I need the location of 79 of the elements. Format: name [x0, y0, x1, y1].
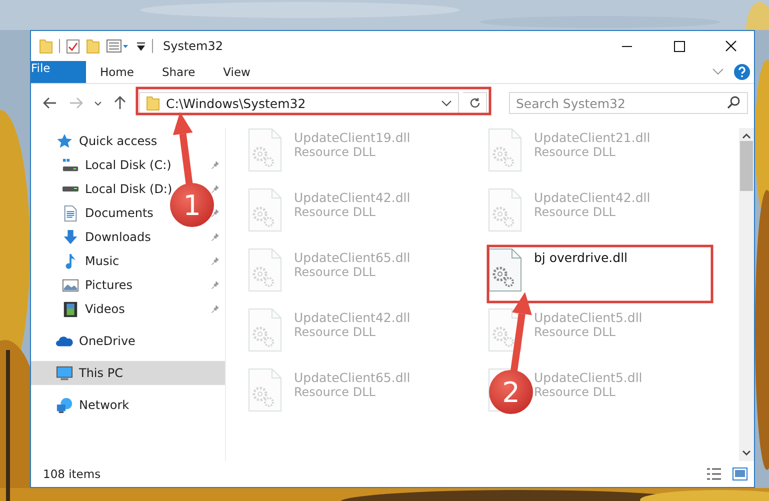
refresh-icon: [468, 97, 480, 109]
film-icon: [62, 300, 79, 318]
star-icon: [56, 132, 73, 150]
search-field[interactable]: Search System32: [509, 92, 748, 114]
right-arrow-icon: [69, 97, 83, 109]
maximize-icon: [674, 40, 684, 52]
search-icon[interactable]: [727, 96, 740, 109]
item-count: 108 items: [43, 467, 101, 481]
down-arrow-icon: [62, 228, 79, 246]
sidebar-item[interactable]: OneDrive: [79, 334, 136, 348]
file-type: Resource DLL: [534, 385, 616, 399]
address-field[interactable]: C:\Windows\System32: [139, 92, 459, 114]
sidebar-item[interactable]: Local Disk (D:): [85, 182, 172, 196]
new-folder-icon: [86, 38, 100, 54]
details-view-icon[interactable]: [706, 467, 722, 481]
properties-icon[interactable]: [66, 38, 80, 54]
left-arrow-icon: [43, 97, 57, 109]
close-icon: [725, 40, 737, 52]
pin-icon[interactable]: [210, 160, 220, 170]
scrollbar-thumb[interactable]: [740, 141, 753, 191]
up-arrow-icon: [114, 96, 126, 110]
picture-icon: [62, 276, 79, 294]
settings-file-icon: [488, 128, 522, 172]
monitor-icon: [56, 364, 73, 382]
document-icon: [62, 204, 79, 222]
large-icons-view-icon[interactable]: [732, 467, 748, 481]
file-type: Resource DLL: [534, 145, 616, 159]
settings-file-icon: [248, 368, 282, 412]
file-type: Resource DLL: [294, 145, 376, 159]
chevron-down-icon: [94, 100, 102, 106]
pin-icon[interactable]: [210, 280, 220, 290]
settings-file-icon: [248, 128, 282, 172]
file-name[interactable]: bj overdrive.dll: [534, 250, 628, 265]
settings-file-icon: [248, 248, 282, 292]
settings-file-icon: [488, 308, 522, 352]
pin-icon[interactable]: [210, 256, 220, 266]
file-type: Resource DLL: [294, 385, 376, 399]
pin-icon[interactable]: [210, 232, 220, 242]
pin-icon[interactable]: [210, 184, 220, 194]
view-options-icon[interactable]: [106, 39, 130, 53]
folder-icon: [146, 95, 160, 111]
drive-icon: [62, 156, 79, 174]
folder-icon: [39, 38, 53, 54]
ribbon-tab[interactable]: Home: [86, 61, 148, 83]
step-badge: 1: [170, 183, 214, 227]
settings-file-icon: [248, 188, 282, 232]
sidebar-item[interactable]: This PC: [79, 366, 123, 380]
customize-toolbar-icon[interactable]: [136, 40, 146, 52]
file-menu-button[interactable]: File: [31, 61, 86, 83]
sidebar-item[interactable]: Quick access: [79, 134, 158, 148]
drive-icon: [62, 186, 79, 192]
help-icon[interactable]: [734, 64, 750, 80]
file-type: Resource DLL: [294, 265, 376, 279]
network-icon: [56, 396, 73, 414]
settings-file-icon: [488, 248, 522, 292]
step-badge: 2: [489, 370, 533, 414]
sidebar-item[interactable]: Local Disk (C:): [85, 158, 172, 172]
refresh-button[interactable]: [463, 92, 487, 114]
pin-icon[interactable]: [210, 208, 220, 218]
sidebar-item[interactable]: Downloads: [85, 230, 151, 244]
sidebar-item[interactable]: Music: [85, 254, 120, 268]
scrollbar[interactable]: [739, 128, 754, 461]
settings-file-icon: [248, 308, 282, 352]
sidebar-item[interactable]: Videos: [85, 302, 125, 316]
scroll-down-icon[interactable]: [742, 450, 751, 456]
scroll-up-icon[interactable]: [742, 133, 751, 139]
sidebar-item[interactable]: Network: [79, 398, 130, 412]
ribbon-tab[interactable]: Share: [148, 61, 210, 83]
settings-file-icon: [488, 188, 522, 232]
sidebar-item[interactable]: Pictures: [85, 278, 133, 292]
sidebar-item[interactable]: Documents: [85, 206, 154, 220]
file-type: Resource DLL: [294, 205, 376, 219]
file-type: Resource DLL: [534, 205, 616, 219]
window-title: System32: [163, 39, 224, 53]
file-type: Resource DLL: [294, 325, 376, 339]
file-type: Resource DLL: [534, 325, 616, 339]
ribbon-tab[interactable]: View: [209, 61, 264, 83]
chevron-down-icon[interactable]: [441, 100, 452, 106]
pin-icon[interactable]: [210, 304, 220, 314]
